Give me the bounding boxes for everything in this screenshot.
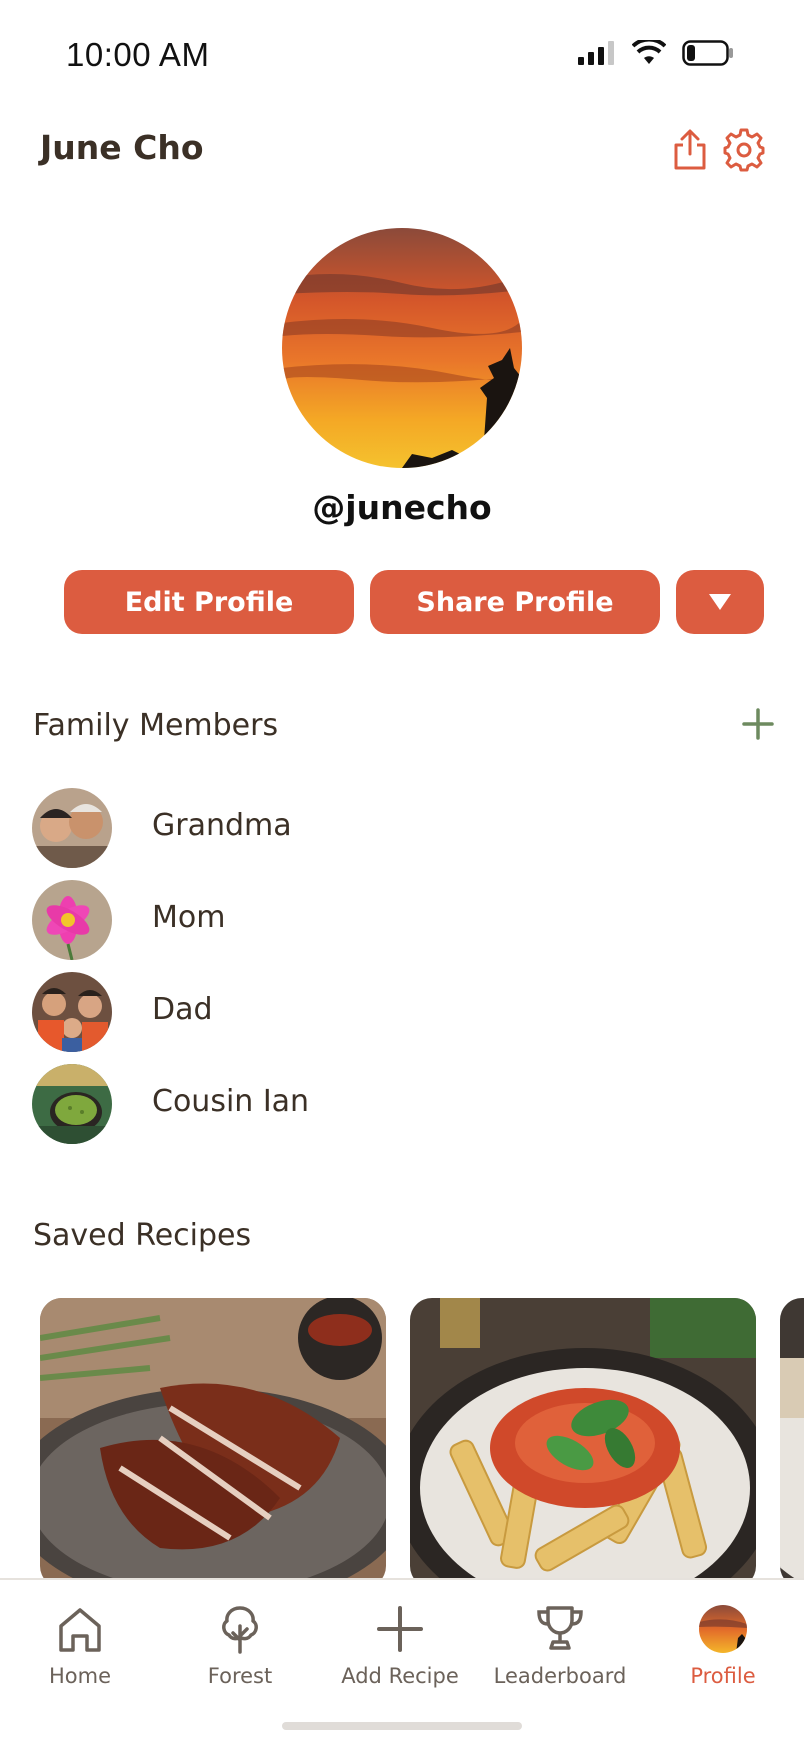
family-member-cousin-ian[interactable]: Cousin Ian bbox=[32, 1064, 752, 1144]
saved-recipes-carousel[interactable] bbox=[0, 1298, 804, 1578]
saved-recipes-title: Saved Recipes bbox=[33, 1218, 252, 1253]
wifi-icon bbox=[632, 40, 666, 64]
member-name: Dad bbox=[152, 992, 213, 1027]
tab-home[interactable]: Home bbox=[0, 1602, 160, 1702]
share-icon bbox=[674, 129, 706, 170]
share-button[interactable] bbox=[666, 126, 714, 174]
family-member-dad[interactable]: Dad bbox=[32, 972, 752, 1052]
family-members-title: Family Members bbox=[33, 708, 279, 743]
ribs-photo bbox=[40, 1298, 386, 1578]
recipe-card-ribs[interactable] bbox=[40, 1298, 386, 1578]
avatar bbox=[32, 972, 112, 1052]
tab-label: Leaderboard bbox=[493, 1664, 627, 1688]
status-icons bbox=[576, 40, 734, 66]
member-name: Grandma bbox=[152, 808, 292, 843]
battery-icon bbox=[682, 40, 733, 66]
chevron-down-icon bbox=[709, 594, 731, 610]
gear-icon bbox=[723, 128, 765, 172]
page-title: June Cho bbox=[40, 128, 204, 167]
more-options-button[interactable] bbox=[676, 570, 764, 634]
recipe-card-pasta[interactable] bbox=[410, 1298, 756, 1578]
plus-icon bbox=[742, 708, 774, 740]
avatar bbox=[32, 1064, 112, 1144]
signal-icon bbox=[578, 41, 614, 65]
tab-label: Add Recipe bbox=[341, 1664, 459, 1688]
home-icon bbox=[59, 1608, 101, 1652]
sunset-photo bbox=[282, 228, 522, 468]
avatar bbox=[32, 880, 112, 960]
share-profile-button[interactable]: Share Profile bbox=[370, 570, 660, 634]
settings-button[interactable] bbox=[720, 126, 768, 174]
family-member-grandma[interactable]: Grandma bbox=[32, 788, 752, 868]
add-family-member-button[interactable] bbox=[738, 704, 778, 744]
avatar bbox=[32, 788, 112, 868]
member-name: Cousin Ian bbox=[152, 1084, 310, 1119]
status-bar: 10:00 AM bbox=[0, 0, 804, 110]
tab-label: Profile bbox=[690, 1664, 756, 1688]
family-member-mom[interactable]: Mom bbox=[32, 880, 752, 960]
tab-forest[interactable]: Forest bbox=[160, 1602, 320, 1702]
profile-avatar-icon bbox=[699, 1605, 747, 1653]
plus-icon bbox=[377, 1606, 423, 1652]
tab-leaderboard[interactable]: Leaderboard bbox=[480, 1602, 640, 1702]
trophy-icon bbox=[537, 1606, 583, 1650]
tab-profile[interactable]: Profile bbox=[643, 1602, 803, 1702]
profile-avatar[interactable] bbox=[282, 228, 522, 468]
user-handle: @junecho bbox=[312, 488, 492, 527]
pasta-photo bbox=[410, 1298, 756, 1578]
edit-profile-button[interactable]: Edit Profile bbox=[64, 570, 354, 634]
member-name: Mom bbox=[152, 900, 226, 935]
status-time: 10:00 AM bbox=[66, 36, 210, 73]
profile-header: June Cho bbox=[0, 118, 804, 182]
tab-label: Forest bbox=[207, 1664, 273, 1688]
home-indicator bbox=[282, 1722, 522, 1730]
tree-icon bbox=[222, 1606, 258, 1654]
tab-add-recipe[interactable]: Add Recipe bbox=[320, 1602, 480, 1702]
recipe-card-partial[interactable] bbox=[780, 1298, 804, 1578]
tab-label: Home bbox=[48, 1664, 111, 1688]
